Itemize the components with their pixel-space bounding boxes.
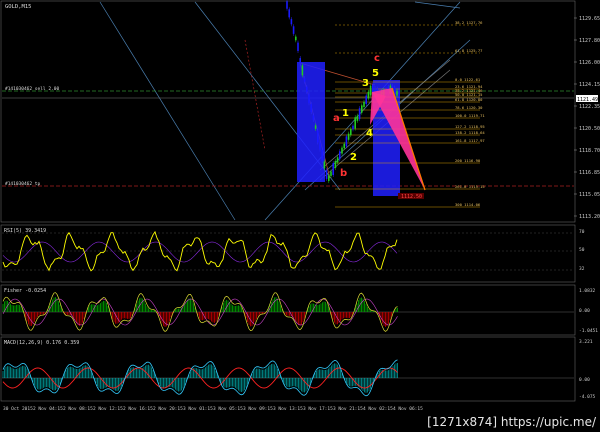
fib-level-label: 138.2 1118.64 [455,130,485,135]
time-tick-label: 2 Nov 04:15 [33,406,63,412]
time-tick-label: 2 Nov 12:15 [93,406,123,412]
time-tick-label: 2 Nov 20:15 [153,406,183,412]
indicator-tick-label: 50 [579,247,585,253]
price-axis: 1129.65 1127.80 1126.00 1124.15 1122.35 1120.… [574,16,600,400]
price-tick-label: 1120.50 [579,126,600,132]
time-tick-label: 3 Nov 17:15 [303,406,333,412]
time-tick-label: 4 Nov 06:15 [393,406,423,412]
price-tick-label: 1118.70 [579,148,600,154]
time-tick-label: 30 Oct 2015 [3,406,33,412]
time-axis: 30 Oct 2015 2 Nov 04:15 2 Nov 08:15 2 Nov 1… [3,406,423,412]
time-tick-label: 3 Nov 05:15 [213,406,243,412]
indicator-tick-label: 3.221 [579,339,593,345]
wave-label-c: c [374,53,380,64]
symbol-title: GOLD,M15 [5,4,32,10]
indicator-tick-label: 1.0832 [579,288,596,294]
fisher-title: Fisher -0.0254 [4,288,46,294]
tp-line-label: #141030462 tp [5,181,41,187]
price-tick-label: 1127.80 [579,38,600,44]
watermark: [1271x874] https://upic.me/ [427,415,596,429]
fib-level-label: 61.8 1120.80 [455,97,483,102]
price-tick-label: 1115.05 [579,192,600,198]
time-tick-label: 3 Nov 21:15 [333,406,363,412]
indicator-tick-label: -1.0451 [579,328,598,334]
time-tick-label: 4 Nov 02:15 [363,406,393,412]
sell-line-label: #141030462 sell 2.00 [5,86,59,92]
fib-level-label: 61.8 1125.77 [455,48,482,53]
price-tick-label: 1129.65 [579,16,600,22]
price-tick-label: 1116.85 [579,170,600,176]
wave-label-1: 1 [342,108,349,119]
price-tick-label: 1122.35 [579,104,600,110]
indicator-tick-label: 0.00 [579,308,590,314]
time-tick-label: 2 Nov 08:15 [63,406,93,412]
wave-label-2: 2 [350,152,357,163]
main-pane-border [0,0,576,223]
macd-title: MACD(12,26,9) 0.176 0.359 [4,340,79,346]
rsi-indicator [2,230,574,272]
wave-label-5: 5 [372,68,379,79]
wave-label-a: a [333,113,340,124]
fibonacci-levels[interactable]: 38.2 1127.7661.8 1125.770.0 1122.6123.6 … [335,20,485,208]
wave-label-b: b [340,168,347,179]
fib-level-label: 127.2 1118.95 [455,124,485,129]
indicator-tick-label: 70 [579,229,585,235]
time-tick-label: 3 Nov 09:15 [243,406,273,412]
time-tick-label: 3 Nov 01:15 [183,406,213,412]
current-price-value: 1121.49 [577,97,598,103]
time-tick-label: 2 Nov 16:15 [123,406,153,412]
fib-level-label: 78.6 1120.30 [455,105,483,110]
fib-level-label: 38.2 1127.76 [455,20,483,25]
trading-chart: 1129.65 1127.80 1126.00 1124.15 1122.35 1120.… [0,0,600,412]
wave-label-3: 3 [362,78,369,89]
macd-indicator [2,359,574,397]
price-tick-label: 1113.20 [579,214,600,220]
rsi-title: RSI(5) 39.3419 [4,228,46,234]
fib-level-label: 300 1114.06 [455,202,481,207]
price-tick-label: 1124.15 [579,82,600,88]
indicator-tick-label: 0.00 [579,377,590,383]
price-tick-label: 1126.00 [579,60,600,66]
indicator-tick-label: -4.075 [579,394,596,400]
fib-level-label: 161.8 1117.97 [455,138,485,143]
indicator-tick-label: 32 [579,266,585,272]
zone-rect-left[interactable] [297,62,325,182]
wave-label-4: 4 [366,128,373,139]
fib-level-label: 0.0 1122.61 [455,77,481,82]
fib-level-label: 261.8 1115.15 [455,184,485,189]
fib-level-label: 100.0 1119.71 [455,113,485,118]
target-price-label: 1112.50 [401,194,422,200]
fisher-indicator [2,292,574,332]
time-tick-label: 3 Nov 13:15 [273,406,303,412]
trendlines [99,1,471,221]
fib-level-label: 200 1116.90 [455,158,481,163]
